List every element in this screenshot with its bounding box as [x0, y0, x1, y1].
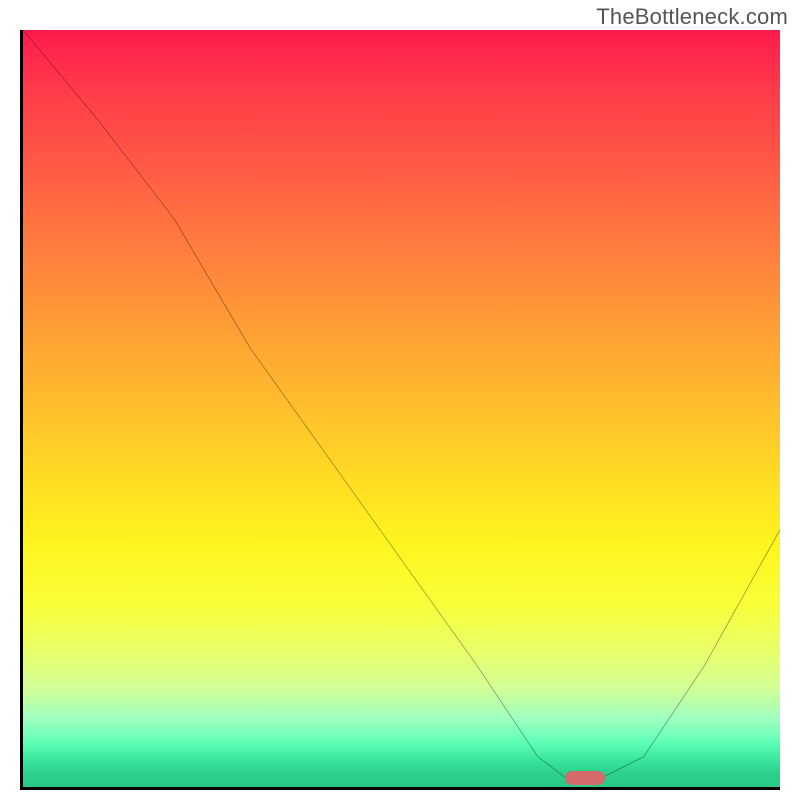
watermark-label: TheBottleneck.com: [596, 4, 788, 30]
plot-area: [20, 30, 780, 790]
bottleneck-curve: [23, 30, 780, 787]
chart-container: TheBottleneck.com: [0, 0, 800, 800]
optimal-point-marker: [565, 771, 605, 785]
